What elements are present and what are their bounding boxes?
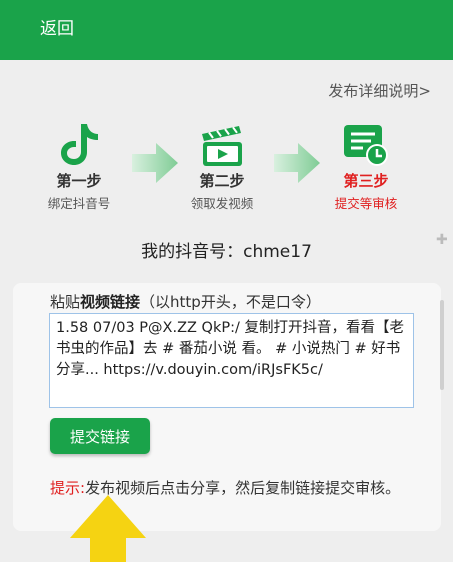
- step-arrow-icon: [274, 143, 320, 183]
- arrow-pointer-icon: [70, 495, 146, 562]
- tiktok-note-icon: [19, 118, 139, 168]
- step-arrow-icon: [132, 143, 178, 183]
- step-subtitle: 提交等审核: [334, 196, 398, 211]
- submit-link-button[interactable]: 提交链接: [50, 418, 150, 454]
- progress-steps: 第一步 绑定抖音号 第二步 领取发视频 第三步 提交等审核: [0, 118, 453, 218]
- paste-label-bold: 视频链接: [80, 293, 141, 311]
- video-link-input[interactable]: 1.58 07/03 P@X.ZZ QkP:/ 复制打开抖音，看看【老书虫的作品…: [49, 313, 414, 408]
- step-subtitle: 绑定抖音号: [47, 196, 111, 211]
- form-clock-icon: [306, 118, 426, 168]
- publish-details-link[interactable]: 发布详细说明>: [328, 80, 431, 101]
- paste-label-prefix: 粘贴: [50, 293, 81, 311]
- step-title: 第一步: [56, 172, 102, 190]
- step-subtitle: 领取发视频: [190, 196, 254, 211]
- paste-link-label: 粘贴视频链接（以http开头，不是口令）: [50, 291, 321, 312]
- step-submit-review: 第三步 提交等审核: [306, 118, 426, 212]
- step-title: 第二步: [199, 172, 245, 190]
- video-clapper-icon: [162, 118, 282, 168]
- step-bind-account: 第一步 绑定抖音号: [19, 118, 139, 212]
- douyin-account-id: 我的抖音号：chme17: [141, 242, 312, 262]
- app-header: 返回: [0, 0, 453, 60]
- step-title: 第三步: [343, 172, 389, 190]
- paste-label-suffix: （以http开头，不是口令）: [140, 293, 321, 311]
- back-button[interactable]: 返回: [40, 18, 74, 40]
- scrollbar[interactable]: [440, 300, 444, 390]
- step-get-video: 第二步 领取发视频: [162, 118, 282, 212]
